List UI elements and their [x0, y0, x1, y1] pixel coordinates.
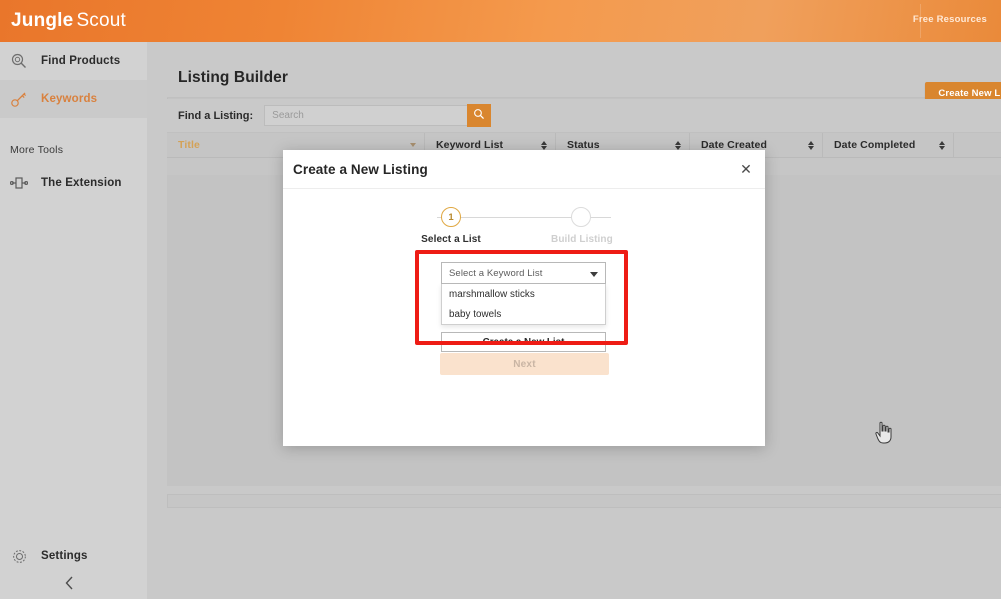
keyword-list-select-value: Select a Keyword List	[449, 267, 543, 279]
sidebar-item-settings[interactable]: Settings	[0, 540, 147, 572]
modal-title: Create a New Listing	[293, 161, 428, 177]
column-label: Date Completed	[834, 139, 916, 151]
sidebar-item-the-extension[interactable]: The Extension	[0, 164, 147, 202]
step-2-circle	[571, 207, 591, 227]
chevron-down-icon	[590, 272, 598, 277]
step-1-select-a-list[interactable]: 1 Select a List	[421, 207, 481, 245]
page-header: Listing Builder Create New Listing	[167, 58, 1001, 105]
chevron-down-icon	[410, 143, 416, 147]
keyword-list-dropdown: marshmallow sticks baby towels	[441, 284, 606, 325]
extension-icon	[8, 172, 30, 194]
free-resources-link[interactable]: Free Resources	[913, 14, 987, 25]
sort-arrows-icon	[939, 140, 945, 150]
step-1-circle: 1	[441, 207, 461, 227]
sidebar-item-label: Settings	[41, 550, 88, 562]
sort-arrows-icon	[541, 140, 547, 150]
logo-primary-text: Jungle	[11, 10, 74, 31]
keyword-list-select-trigger[interactable]: Select a Keyword List	[441, 262, 606, 284]
search-wrapper	[264, 104, 492, 127]
magnifier-icon	[8, 50, 30, 72]
sort-arrows-icon	[675, 140, 681, 150]
sort-arrows-icon	[808, 140, 814, 150]
create-listing-modal: Create a New Listing ✕ 1 Select a List B…	[283, 150, 892, 446]
sidebar-item-label: Find Products	[41, 55, 121, 67]
dropdown-option[interactable]: baby towels	[442, 304, 605, 324]
search-button[interactable]	[467, 104, 492, 127]
step-2-build-listing: Build Listing	[551, 207, 613, 245]
keyword-list-select: Select a Keyword List marshmallow sticks…	[441, 262, 606, 325]
sidebar: Find Products Keywords More Tools The Ex…	[0, 42, 147, 599]
page-title: Listing Builder	[178, 68, 288, 86]
sidebar-section-more-tools: More Tools	[10, 144, 64, 156]
column-header-date-completed[interactable]: Date Completed	[823, 133, 954, 157]
find-listing-label: Find a Listing:	[178, 109, 254, 122]
column-header-actions	[954, 133, 1001, 157]
dropdown-option[interactable]: marshmallow sticks	[442, 284, 605, 304]
find-listing-row: Find a Listing:	[167, 99, 1001, 133]
sidebar-item-find-products[interactable]: Find Products	[0, 42, 147, 80]
close-icon[interactable]: ✕	[737, 160, 755, 178]
sidebar-collapse-button[interactable]	[0, 571, 147, 599]
key-icon	[8, 88, 30, 110]
step-indicator: 1 Select a List Build Listing	[417, 207, 631, 253]
step-1-label: Select a List	[421, 234, 481, 245]
column-label: Title	[178, 139, 200, 151]
search-icon	[473, 108, 485, 123]
modal-header: Create a New Listing ✕	[283, 150, 765, 189]
step-2-label: Build Listing	[551, 234, 613, 245]
app-logo[interactable]: Jungle Scout	[11, 10, 126, 32]
gear-icon	[8, 545, 30, 567]
chevron-left-icon	[63, 575, 76, 596]
table-footer-strip	[167, 494, 1001, 508]
next-button[interactable]: Next	[440, 353, 609, 375]
sidebar-item-label: The Extension	[41, 177, 122, 189]
sidebar-item-keywords[interactable]: Keywords	[0, 80, 147, 118]
search-input[interactable]	[264, 105, 491, 126]
top-bar: Jungle Scout Free Resources	[0, 0, 1001, 42]
logo-secondary-text: Scout	[76, 10, 127, 31]
app-root: Jungle Scout Free Resources Find Products…	[0, 0, 1001, 599]
sidebar-item-label: Keywords	[41, 93, 98, 105]
